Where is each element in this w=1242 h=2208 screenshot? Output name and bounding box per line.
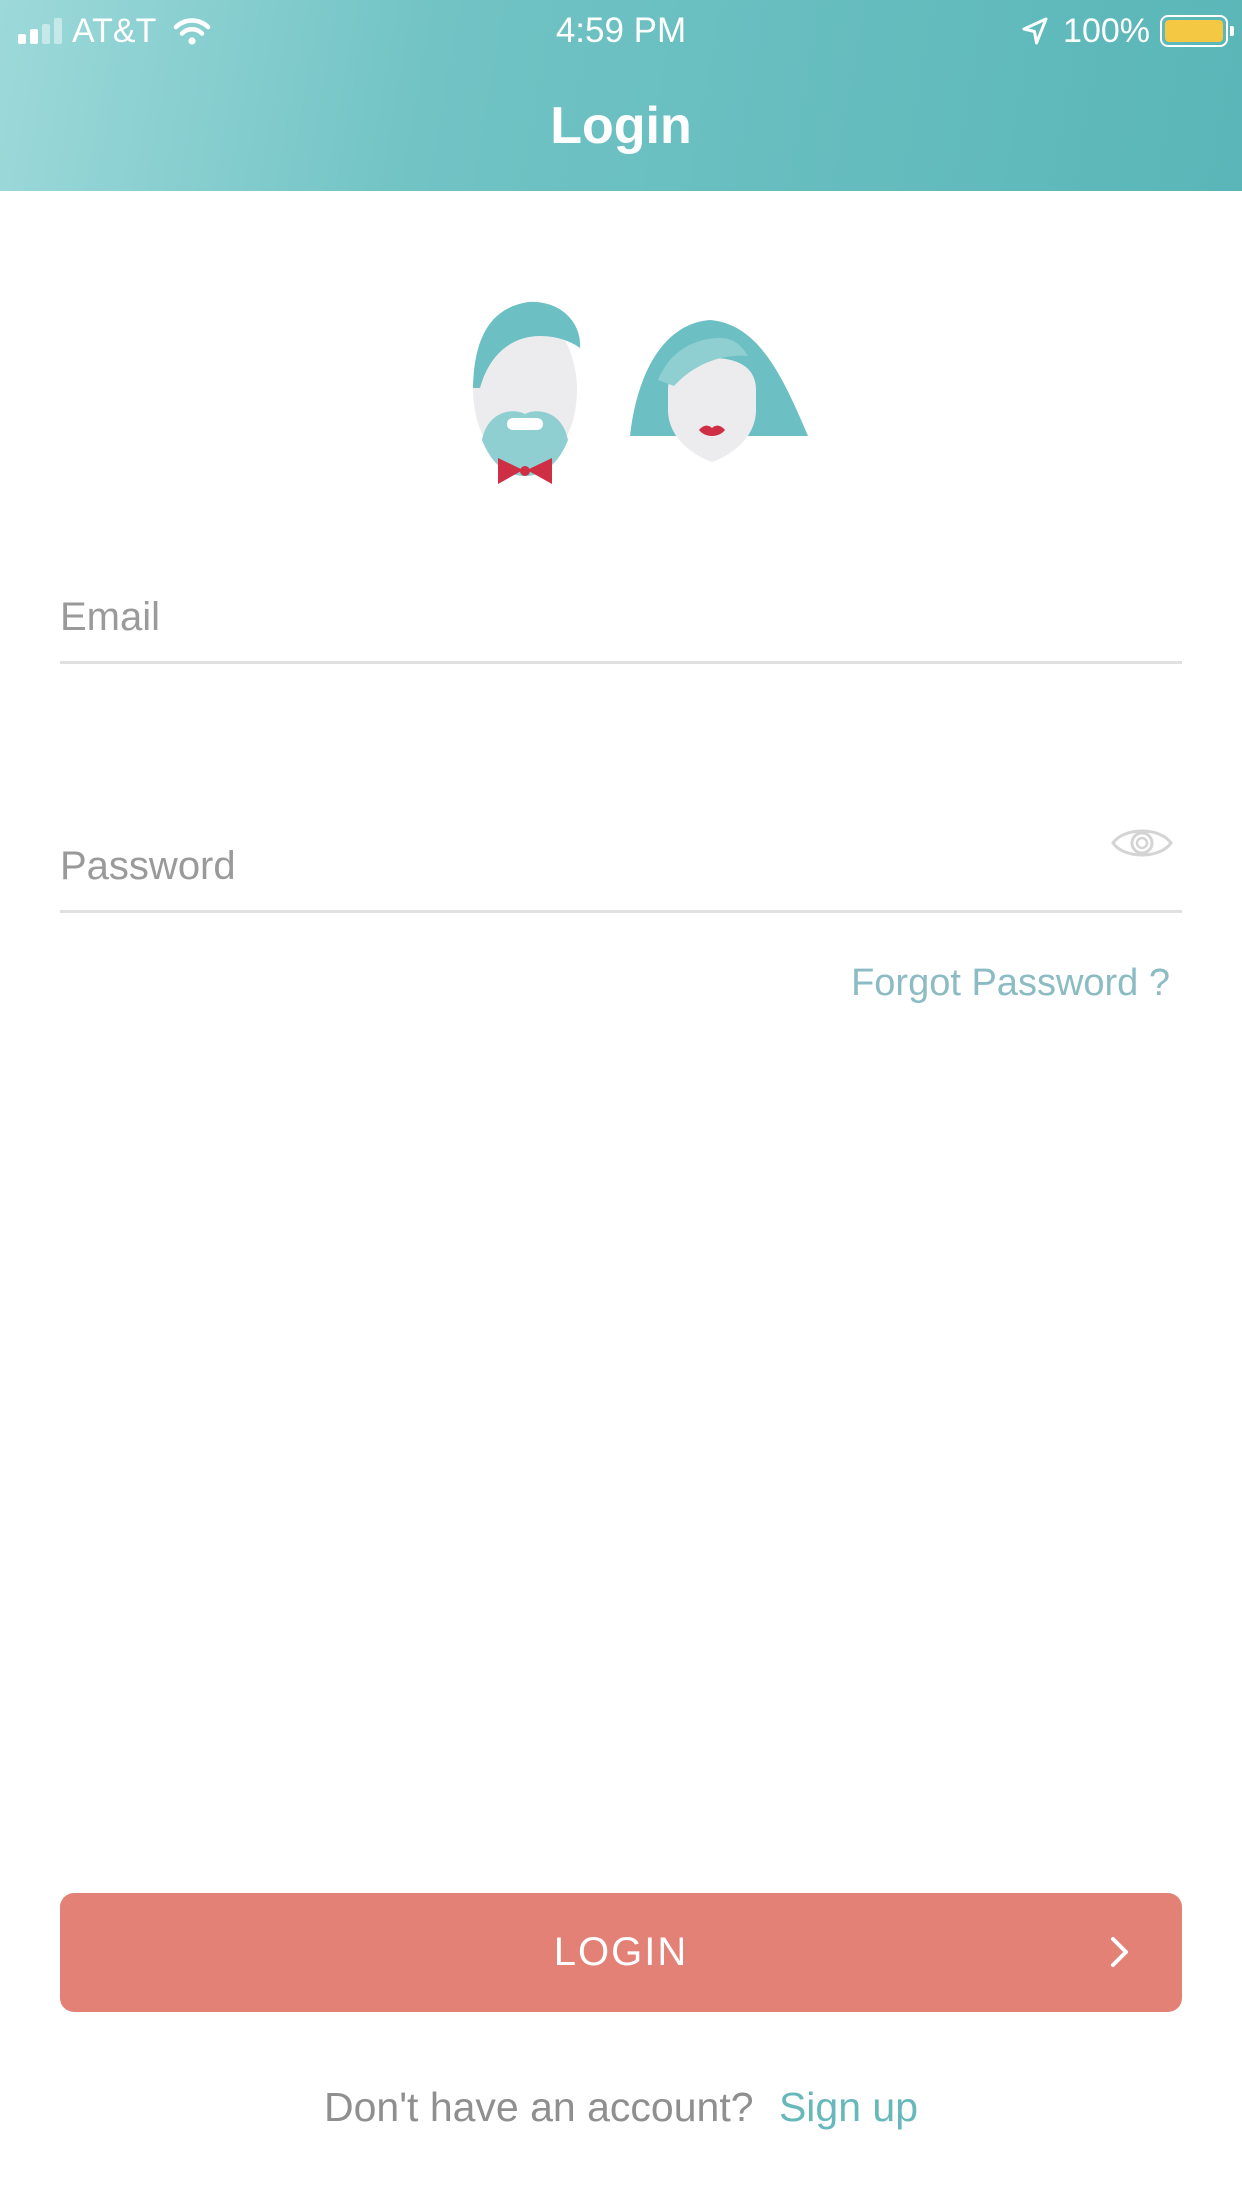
couple-avatars-icon: [473, 301, 808, 484]
page-title: Login: [550, 97, 692, 155]
chevron-right-icon: [1111, 1937, 1128, 1967]
signup-prompt: Don't have an account?: [324, 2084, 754, 2130]
password-field: [60, 803, 1182, 913]
signup-row: Don't have an account? Sign up: [0, 2084, 1242, 2131]
battery-percentage: 100%: [1063, 11, 1150, 50]
battery-icon: [1160, 15, 1234, 47]
password-input[interactable]: [60, 834, 1060, 898]
login-button-label: LOGIN: [553, 1930, 689, 1974]
forgot-password-link[interactable]: Forgot Password ?: [851, 962, 1170, 1005]
location-arrow-icon: [1022, 17, 1048, 45]
signup-link[interactable]: Sign up: [779, 2084, 918, 2130]
status-bar: AT&T 4:59 PM 100%: [0, 0, 1242, 60]
nav-header: AT&T 4:59 PM 100% Login: [0, 0, 1242, 191]
email-field: [60, 554, 1182, 664]
battery-fill: [1165, 20, 1223, 42]
status-right: 100%: [1021, 10, 1234, 52]
email-input[interactable]: [60, 585, 1060, 649]
eye-icon[interactable]: [1110, 821, 1174, 865]
login-button[interactable]: LOGIN: [60, 1893, 1182, 2012]
